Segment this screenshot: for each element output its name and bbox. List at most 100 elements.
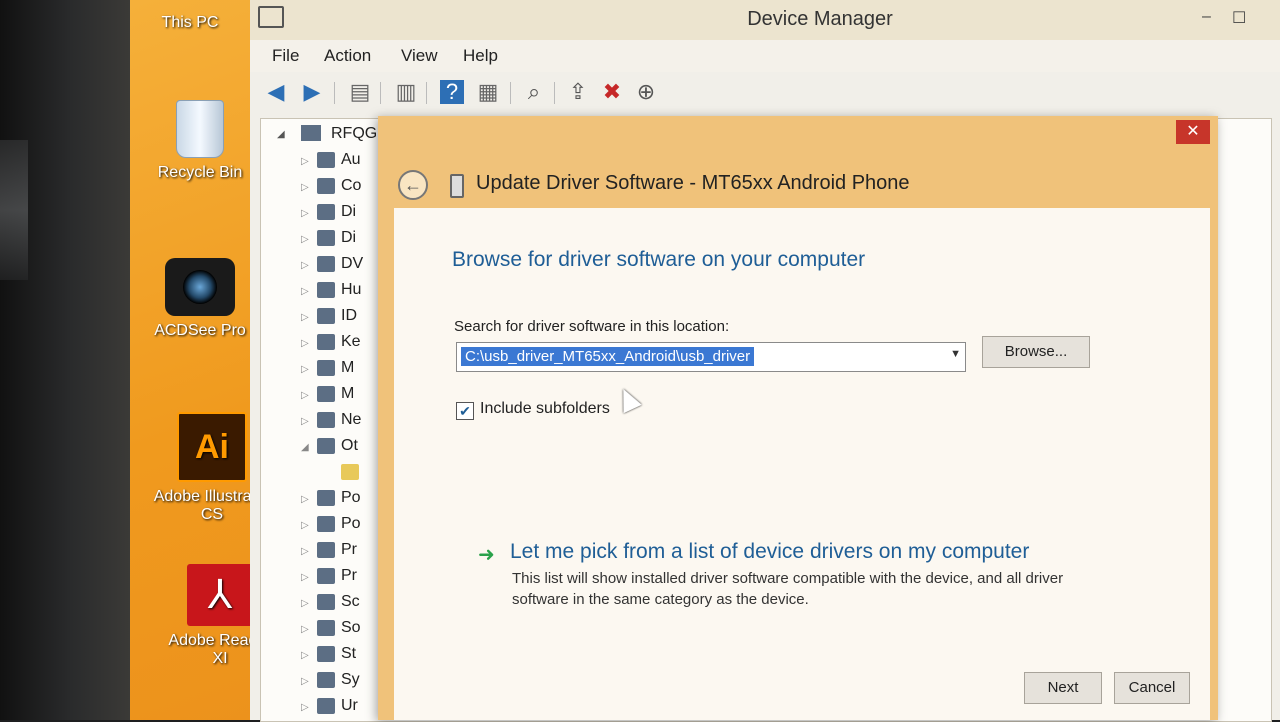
toolbar-separator (380, 82, 381, 104)
expand-arrow-icon: ▷ (301, 520, 309, 531)
include-subfolders-checkbox[interactable]: ✔ (456, 402, 474, 420)
menu-action[interactable]: Action (324, 46, 371, 66)
collapse-arrow-icon[interactable]: ◢ (277, 129, 285, 140)
expand-arrow-icon: ▷ (301, 546, 309, 557)
expand-arrow-icon: ▷ (301, 624, 309, 635)
toolbar: ◀ ▶ ▤ ▥ ? ▦ ⌕ ⇪ ✖ ⊕ (250, 76, 1280, 112)
printer-icon (317, 541, 335, 558)
dialog-close-button[interactable]: ✕ (1176, 120, 1210, 144)
expand-arrow-icon: ▷ (301, 572, 309, 583)
tree-item-label: Ur (341, 697, 358, 714)
other-devices-icon (317, 437, 335, 454)
tree-item[interactable]: ▷ Ur (301, 697, 358, 721)
illustrator-icon: Ai (177, 412, 247, 482)
back-button[interactable]: ← (398, 170, 428, 200)
tree-item-expanded[interactable]: ◢ Ot (301, 437, 358, 461)
tree-item[interactable]: ▷ M (301, 359, 354, 383)
keyboard-icon (317, 333, 335, 350)
desktop-icon-recycle-bin[interactable]: Recycle Bin (140, 100, 260, 182)
audio-device-icon (317, 151, 335, 168)
tree-item[interactable]: ▷ Po (301, 515, 361, 539)
cancel-button[interactable]: Cancel (1114, 672, 1190, 704)
back-arrow-icon[interactable]: ◀ (264, 80, 288, 104)
maximize-button[interactable]: ☐ (1232, 8, 1246, 28)
processor-icon (317, 567, 335, 584)
computer-icon (317, 177, 335, 194)
properties-icon[interactable]: ▤ (348, 80, 372, 104)
location-value[interactable]: C:\usb_driver_MT65xx_Android\usb_driver (461, 347, 755, 366)
tree-item[interactable]: ▷ Pr (301, 567, 357, 591)
menu-help[interactable]: Help (463, 46, 498, 66)
desktop-icon-label: ACDSee Pro (154, 322, 246, 339)
console-tree-icon[interactable]: ▦ (476, 80, 500, 104)
tree-item[interactable]: ▷ Au (301, 151, 361, 175)
tree-item[interactable]: ▷ Di (301, 229, 356, 253)
menu-file[interactable]: File (272, 46, 299, 66)
location-label: Search for driver software in this locat… (454, 318, 730, 335)
help-icon[interactable]: ? (440, 80, 464, 104)
tree-item-label: Hu (341, 281, 362, 298)
tree-item[interactable]: ▷ ID (301, 307, 357, 331)
toolbar-separator (426, 82, 427, 104)
tree-item[interactable]: ▷ M (301, 385, 354, 409)
monitor-bezel (0, 0, 130, 720)
tree-item[interactable]: ▷ Sc (301, 593, 360, 617)
minimize-button[interactable]: – (1202, 8, 1211, 26)
browse-button[interactable]: Browse... (982, 336, 1090, 368)
tree-root-label[interactable]: RFQG (331, 125, 377, 143)
tree-item[interactable]: ▷ DV (301, 255, 363, 279)
tree-item[interactable]: ▷ Po (301, 489, 361, 513)
system-device-icon (317, 671, 335, 688)
disk-drive-icon (317, 203, 335, 220)
show-hidden-icon[interactable]: ▥ (394, 80, 418, 104)
next-button[interactable]: Next (1024, 672, 1102, 704)
tree-item[interactable]: ▷ So (301, 619, 361, 643)
collapse-arrow-icon: ◢ (301, 442, 309, 453)
dialog-heading: Browse for driver software on your compu… (452, 248, 866, 271)
software-device-icon (317, 593, 335, 610)
tree-item-label: Co (341, 177, 362, 194)
tree-item[interactable]: ▷ Pr (301, 541, 357, 565)
enable-device-icon[interactable]: ⊕ (634, 80, 658, 104)
pdf-icon: ⅄ (187, 564, 253, 626)
tree-item-label: So (341, 619, 361, 636)
dialog-header: ← Update Driver Software - MT65xx Androi… (378, 156, 1218, 212)
tree-item[interactable]: ▷ Ne (301, 411, 361, 435)
pick-from-list-link[interactable]: Let me pick from a list of device driver… (510, 540, 1029, 564)
expand-arrow-icon: ▷ (301, 312, 309, 323)
tree-item-label: Di (341, 229, 357, 246)
phone-icon (450, 174, 464, 198)
dialog-title: Update Driver Software - MT65xx Android … (476, 172, 910, 194)
expand-arrow-icon: ▷ (301, 702, 309, 713)
tree-item[interactable]: ▷ St (301, 645, 356, 669)
menu-view[interactable]: View (401, 46, 438, 66)
unknown-device-warning-icon (341, 463, 359, 480)
uninstall-icon[interactable]: ✖ (600, 80, 624, 104)
tree-item-label: M (341, 385, 355, 402)
tree-subitem[interactable] (341, 463, 365, 487)
update-driver-icon[interactable]: ⇪ (566, 80, 590, 104)
menu-bar: File Action View Help (250, 40, 1280, 72)
scan-hardware-icon[interactable]: ⌕ (522, 80, 546, 104)
expand-arrow-icon: ▷ (301, 260, 309, 271)
tree-item-label: Po (341, 515, 361, 532)
usb-controller-icon (317, 697, 335, 714)
tree-item[interactable]: ▷ Di (301, 203, 356, 227)
toolbar-separator (510, 82, 511, 104)
chevron-down-icon[interactable]: ▼ (950, 348, 961, 360)
tree-item-label: Ot (341, 437, 358, 454)
desktop-icon-acdsee[interactable]: ACDSee Pro (140, 258, 260, 340)
expand-arrow-icon: ▷ (301, 182, 309, 193)
tree-item[interactable]: ▷ Ke (301, 333, 361, 357)
tree-item[interactable]: ▷ Sy (301, 671, 360, 695)
forward-arrow-icon[interactable]: ▶ (300, 80, 324, 104)
bezel-glare (0, 140, 28, 280)
tree-item[interactable]: ▷ Hu (301, 281, 361, 305)
include-subfolders-label[interactable]: Include subfolders (480, 400, 610, 418)
tree-item-label: Ne (341, 411, 362, 428)
portable-device-icon (317, 489, 335, 506)
desktop-icon-this-pc[interactable]: This PC (130, 14, 250, 32)
expand-arrow-icon: ▷ (301, 156, 309, 167)
tree-item[interactable]: ▷ Co (301, 177, 361, 201)
location-combobox[interactable]: C:\usb_driver_MT65xx_Android\usb_driver … (456, 342, 966, 372)
